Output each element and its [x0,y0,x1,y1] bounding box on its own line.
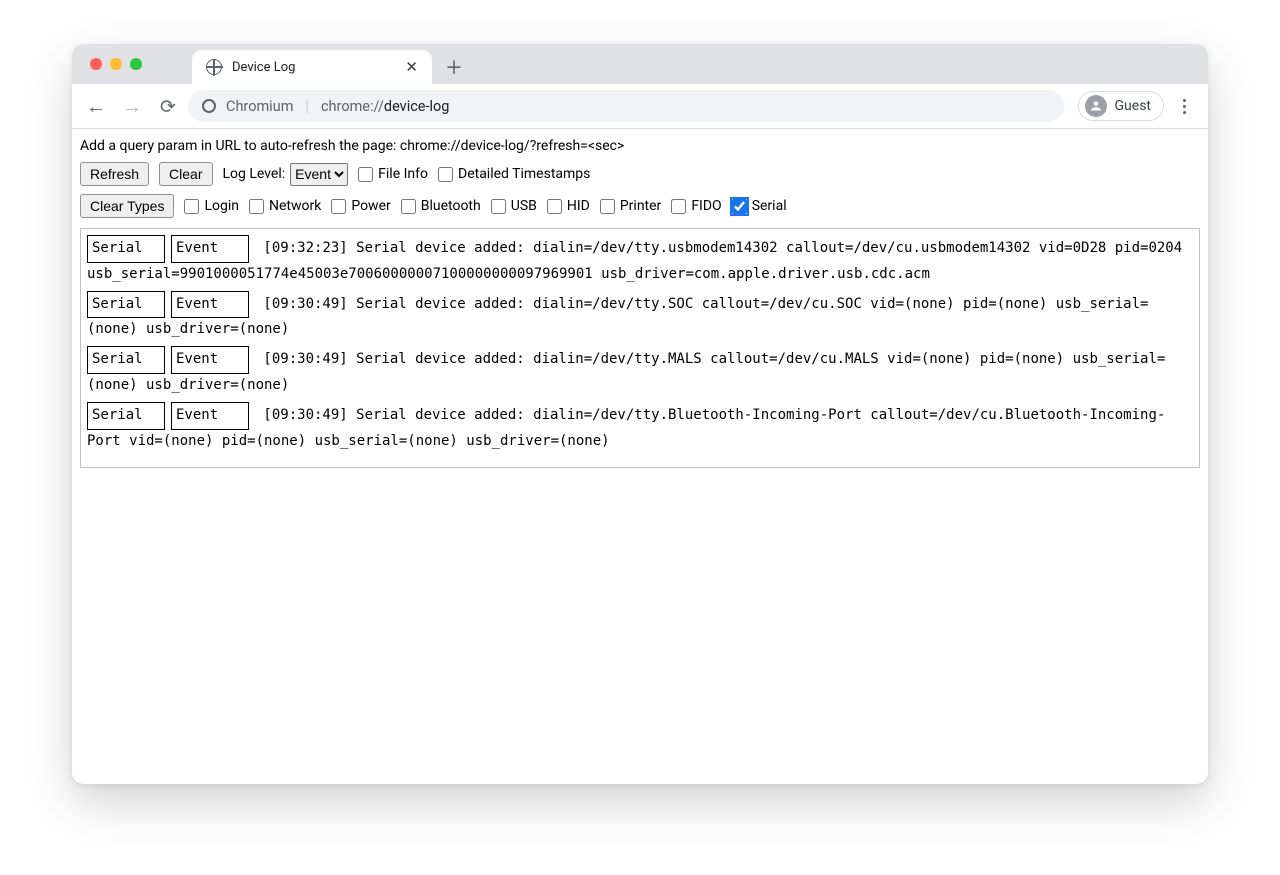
kebab-icon [1183,99,1186,114]
type-checkbox-fido[interactable] [671,199,686,214]
new-tab-button[interactable]: ＋ [440,53,468,81]
log-entry: SerialEvent [09:30:49] Serial device add… [87,346,1193,398]
type-label-bluetooth: Bluetooth [421,198,481,214]
tab-strip: Device Log ✕ ＋ [72,44,1208,84]
log-level-chip: Event [171,402,249,430]
type-checkbox-serial[interactable] [732,199,747,214]
type-label-usb: USB [511,198,537,214]
profile-button[interactable]: Guest [1078,91,1164,121]
log-level-chip: Event [171,291,249,319]
origin-label: Chromium [226,98,293,115]
type-checkbox-login[interactable] [184,199,199,214]
log-level-chip: Event [171,235,249,263]
log-level-label: Log Level: Event [223,163,349,186]
file-info-label: File Info [378,166,428,182]
type-toggle-power[interactable]: Power [331,198,390,214]
detailed-ts-toggle[interactable]: Detailed Timestamps [438,166,590,182]
forward-button[interactable] [116,90,148,122]
type-label-network: Network [269,198,321,214]
profile-label: Guest [1115,98,1151,114]
browser-tab[interactable]: Device Log ✕ [192,50,432,84]
refresh-hint: Add a query param in URL to auto-refresh… [78,135,1202,160]
window-controls [84,44,192,84]
type-checkbox-usb[interactable] [491,199,506,214]
type-label-login: Login [204,198,239,214]
log-type-chip: Serial [87,291,165,319]
type-toggle-bluetooth[interactable]: Bluetooth [401,198,481,214]
omnibox-separator: | [305,98,309,115]
log-entry: SerialEvent [09:32:23] Serial device add… [87,235,1193,287]
maximize-window-icon[interactable] [130,58,142,70]
controls-row-1: Refresh Clear Log Level: Event File Info… [78,160,1202,192]
avatar-icon [1085,95,1107,117]
type-label-printer: Printer [620,198,661,214]
type-label-fido: FIDO [691,198,721,214]
type-toggle-fido[interactable]: FIDO [671,198,721,214]
type-toggle-hid[interactable]: HID [547,198,590,214]
controls-row-2: Clear Types Login Network Power Bluetooth US… [78,192,1202,224]
log-entry: SerialEvent [09:30:49] Serial device add… [87,402,1193,454]
clear-types-button[interactable]: Clear Types [80,194,174,218]
log-type-chip: Serial [87,402,165,430]
close-window-icon[interactable] [90,58,102,70]
browser-menu-button[interactable] [1168,90,1200,122]
url-scheme: chrome:// [321,98,384,115]
log-message: [09:32:23] Serial device added: dialin=/… [87,240,1182,282]
log-type-chip: Serial [87,235,165,263]
log-type-chip: Serial [87,346,165,374]
refresh-button[interactable]: Refresh [80,162,149,186]
detailed-ts-checkbox[interactable] [438,167,453,182]
detailed-ts-label: Detailed Timestamps [458,166,590,182]
type-toggle-serial[interactable]: Serial [732,198,787,214]
reload-button[interactable] [152,90,184,122]
type-checkbox-power[interactable] [331,199,346,214]
close-tab-icon[interactable]: ✕ [403,58,420,76]
file-info-toggle[interactable]: File Info [358,166,428,182]
minimize-window-icon[interactable] [110,58,122,70]
page-content: Add a query param in URL to auto-refresh… [72,129,1208,784]
browser-toolbar: Chromium | chrome://device-log Guest [72,84,1208,129]
type-checkbox-bluetooth[interactable] [401,199,416,214]
type-toggle-network[interactable]: Network [249,198,321,214]
address-bar[interactable]: Chromium | chrome://device-log [188,90,1064,122]
type-checkbox-printer[interactable] [600,199,615,214]
globe-icon [206,59,222,75]
file-info-checkbox[interactable] [358,167,373,182]
type-label-power: Power [351,198,390,214]
url-path: device-log [384,98,450,115]
tab-title: Device Log [232,60,295,75]
log-level-select[interactable]: Event [290,163,348,186]
back-button[interactable] [80,90,112,122]
type-toggle-login[interactable]: Login [184,198,239,214]
browser-window: Device Log ✕ ＋ Chromium | chrome://devic… [72,44,1208,784]
log-level-chip: Event [171,346,249,374]
type-label-hid: HID [567,198,590,214]
log-container: SerialEvent [09:32:23] Serial device add… [80,228,1200,468]
type-toggle-usb[interactable]: USB [491,198,537,214]
type-checkbox-hid[interactable] [547,199,562,214]
clear-button[interactable]: Clear [159,162,212,186]
site-identity-icon [202,99,216,113]
log-level-text: Log Level: [223,166,286,182]
type-checkbox-network[interactable] [249,199,264,214]
log-entry: SerialEvent [09:30:49] Serial device add… [87,291,1193,343]
type-label-serial: Serial [752,198,787,214]
type-toggle-printer[interactable]: Printer [600,198,661,214]
